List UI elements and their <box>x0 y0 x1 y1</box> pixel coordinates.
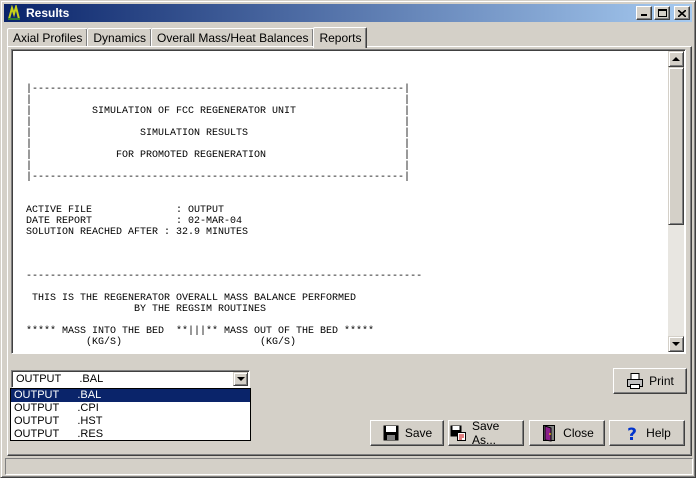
tab-reports[interactable]: Reports <box>313 27 368 48</box>
tab-label: Overall Mass/Heat Balances <box>157 31 309 45</box>
door-icon <box>540 424 558 442</box>
save-as-label: Save As... <box>472 419 500 447</box>
save-button[interactable]: Save <box>370 420 444 446</box>
maximize-icon <box>657 9 667 17</box>
svg-text:?: ? <box>627 425 637 442</box>
chevron-down-icon <box>236 377 245 381</box>
close-icon <box>678 9 686 17</box>
print-label: Print <box>649 374 674 388</box>
scroll-down-button[interactable] <box>668 336 684 352</box>
dropdown-button[interactable] <box>233 372 248 386</box>
arrow-down-icon <box>672 342 680 346</box>
tab-dynamics[interactable]: Dynamics <box>87 28 153 47</box>
scroll-thumb[interactable] <box>668 67 684 225</box>
tab-label: Reports <box>319 30 362 45</box>
report-content: |---------------------------------------… <box>26 84 423 348</box>
report-vertical-scrollbar[interactable] <box>668 51 684 352</box>
file-option-cpi[interactable]: OUTPUT .CPI <box>11 402 250 415</box>
results-window: Results Axial Profiles Dynamics Overall … <box>0 0 696 478</box>
tab-overall-mass-heat-balances[interactable]: Overall Mass/Heat Balances <box>151 28 315 47</box>
help-label: Help <box>646 426 671 440</box>
report-file-select[interactable]: OUTPUT .BAL <box>11 370 250 388</box>
save-as-button[interactable]: Save As... <box>448 419 524 447</box>
minimize-button[interactable] <box>636 6 652 20</box>
maximize-button[interactable] <box>654 6 670 20</box>
file-option-hst[interactable]: OUTPUT .HST <box>11 415 250 428</box>
print-button[interactable]: Print <box>613 368 687 394</box>
app-icon <box>6 3 22 21</box>
file-option-bal[interactable]: OUTPUT .BAL <box>11 389 250 402</box>
arrow-up-icon <box>672 57 680 61</box>
minimize-icon <box>641 14 647 16</box>
close-dialog-button[interactable]: Close <box>529 420 605 446</box>
tab-axial-profiles[interactable]: Axial Profiles <box>7 28 89 47</box>
printer-icon <box>626 372 644 390</box>
report-file-dropdown-list: OUTPUT .BAL OUTPUT .CPI OUTPUT .HST OUTP… <box>10 388 251 441</box>
save-label: Save <box>404 426 433 440</box>
window-title: Results <box>26 6 70 20</box>
scroll-up-button[interactable] <box>668 51 684 67</box>
question-mark-icon: ? <box>623 424 641 445</box>
title-bar[interactable]: Results <box>4 3 692 22</box>
file-option-res[interactable]: OUTPUT .RES <box>11 428 250 441</box>
tab-label: Axial Profiles <box>13 31 83 45</box>
floppy-disk-icon <box>382 424 400 442</box>
report-text-area[interactable]: |---------------------------------------… <box>11 49 686 354</box>
save-as-icon <box>449 424 467 442</box>
close-label: Close <box>563 426 594 440</box>
tab-label: Dynamics <box>93 31 147 45</box>
help-button[interactable]: ? Help <box>609 420 685 446</box>
tab-strip: Axial Profiles Dynamics Overall Mass/Hea… <box>7 26 368 48</box>
close-button[interactable] <box>674 6 690 20</box>
selected-file: OUTPUT .BAL <box>16 373 104 385</box>
status-bar <box>5 458 693 475</box>
